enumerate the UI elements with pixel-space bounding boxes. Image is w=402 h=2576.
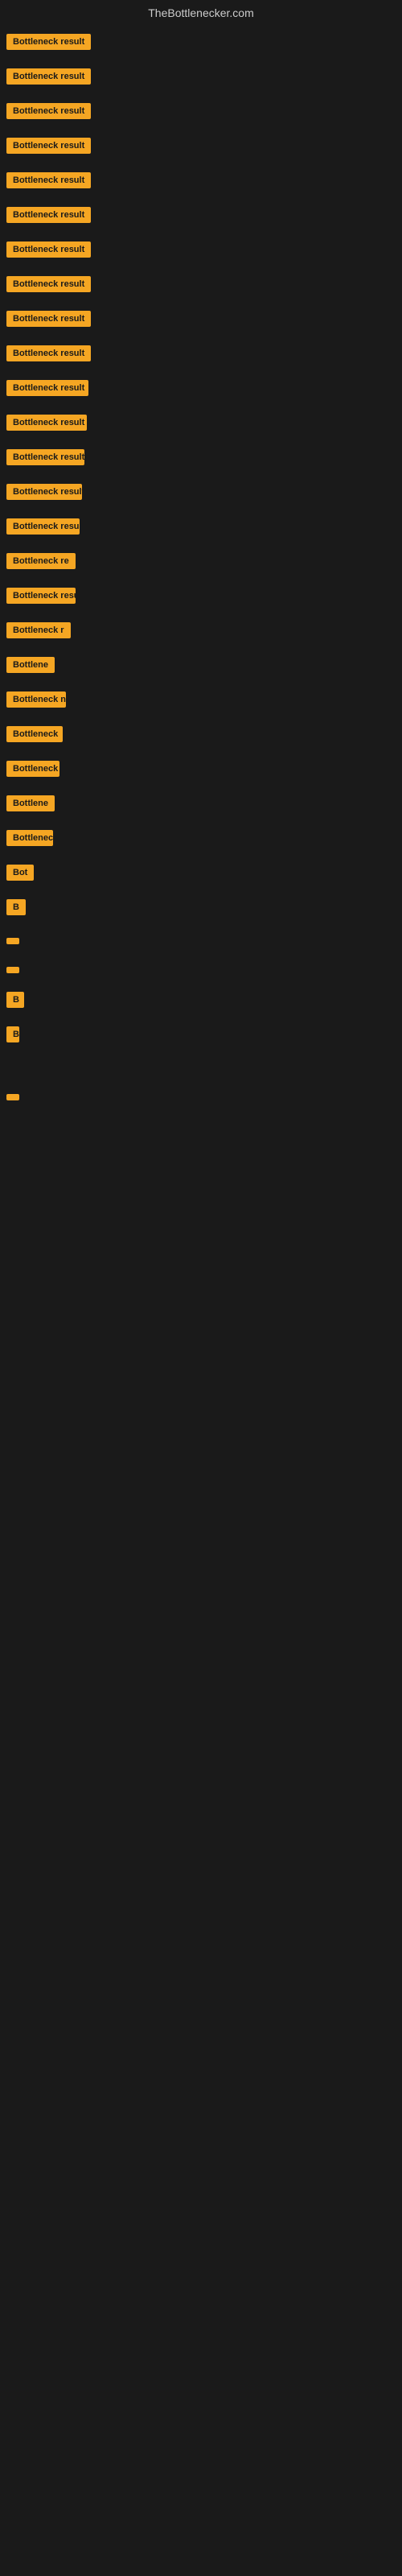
site-title-bar: TheBottlenecker.com <box>0 0 402 26</box>
list-item[interactable]: Bottleneck result <box>0 449 402 469</box>
bottleneck-badge[interactable]: Bottleneck r <box>6 622 71 638</box>
list-item[interactable]: Bottleneck re <box>0 553 402 573</box>
list-item[interactable] <box>0 1148 402 1162</box>
list-item[interactable]: Bottleneck result <box>0 484 402 504</box>
bottleneck-badge[interactable]: Bottleneck result <box>6 242 91 258</box>
list-item[interactable]: Bottleneck result <box>0 68 402 89</box>
bottleneck-list: Bottleneck result Bottleneck result Bottle… <box>0 26 402 1220</box>
list-item[interactable] <box>0 1119 402 1133</box>
list-item[interactable]: Bottleneck <box>0 726 402 746</box>
bottleneck-badge[interactable]: Bottleneck <box>6 726 63 742</box>
list-item[interactable] <box>0 1090 402 1104</box>
bottleneck-badge[interactable]: Bottleneck result <box>6 34 91 50</box>
list-item[interactable]: Bottleneck n <box>0 691 402 712</box>
list-item[interactable] <box>0 1177 402 1191</box>
list-item[interactable] <box>0 1206 402 1220</box>
list-item[interactable]: Bottleneck result <box>0 588 402 608</box>
bottleneck-badge[interactable]: Bottlene <box>6 795 55 811</box>
bottleneck-badge[interactable]: B <box>6 899 26 915</box>
bottleneck-badge[interactable]: Bottleneck result <box>6 588 76 604</box>
list-item[interactable]: Bot <box>0 865 402 885</box>
bottleneck-badge[interactable]: Bottleneck <box>6 830 53 846</box>
list-item[interactable]: B <box>0 992 402 1012</box>
list-item[interactable] <box>0 934 402 948</box>
list-item[interactable]: Bottleneck result <box>0 311 402 331</box>
list-item[interactable]: Bottleneck res <box>0 761 402 781</box>
bottleneck-badge[interactable]: Bottleneck n <box>6 691 66 708</box>
list-item[interactable]: Bottleneck result <box>0 415 402 435</box>
list-item[interactable]: Bottleneck result <box>0 138 402 158</box>
bottleneck-badge[interactable]: B <box>6 992 24 1008</box>
bottleneck-badge[interactable]: Bottleneck res <box>6 761 59 777</box>
bottleneck-badge[interactable]: Bottleneck re <box>6 553 76 569</box>
list-item[interactable]: Bottleneck result <box>0 242 402 262</box>
bottleneck-badge[interactable] <box>6 1094 19 1100</box>
list-item[interactable]: Bottleneck result <box>0 103 402 123</box>
bottleneck-badge[interactable]: Bottleneck result <box>6 103 91 119</box>
bottleneck-badge[interactable]: Bottleneck result <box>6 172 91 188</box>
bottleneck-badge[interactable]: Bottleneck result <box>6 276 91 292</box>
list-item[interactable]: Bottleneck result <box>0 518 402 539</box>
list-item[interactable]: Bottlene <box>0 657 402 677</box>
list-item[interactable]: Bottleneck result <box>0 34 402 54</box>
site-title: TheBottlenecker.com <box>0 0 402 26</box>
list-item[interactable]: Bott <box>0 1026 402 1046</box>
bottleneck-badge[interactable]: Bot <box>6 865 34 881</box>
list-item[interactable]: Bottleneck result <box>0 207 402 227</box>
bottleneck-badge[interactable] <box>6 938 19 944</box>
bottleneck-badge[interactable]: Bottleneck result <box>6 415 87 431</box>
list-item[interactable]: Bottleneck r <box>0 622 402 642</box>
list-item[interactable]: Bottleneck result <box>0 380 402 400</box>
bottleneck-badge[interactable]: Bottlene <box>6 657 55 673</box>
bottleneck-badge[interactable]: Bottleneck result <box>6 380 88 396</box>
bottleneck-badge[interactable]: Bottleneck result <box>6 311 91 327</box>
list-item[interactable]: B <box>0 899 402 919</box>
bottleneck-badge[interactable]: Bottleneck result <box>6 138 91 154</box>
list-item[interactable]: Bottlene <box>0 795 402 815</box>
list-item[interactable] <box>0 1061 402 1075</box>
bottleneck-badge[interactable]: Bottleneck result <box>6 484 82 500</box>
list-item[interactable] <box>0 963 402 977</box>
list-item[interactable]: Bottleneck result <box>0 276 402 296</box>
bottleneck-badge[interactable]: Bottleneck result <box>6 449 84 465</box>
bottleneck-badge[interactable]: Bottleneck result <box>6 345 91 361</box>
list-item[interactable]: Bottleneck <box>0 830 402 850</box>
list-item[interactable]: Bottleneck result <box>0 345 402 365</box>
list-item[interactable]: Bottleneck result <box>0 172 402 192</box>
bottleneck-badge[interactable]: Bottleneck result <box>6 68 91 85</box>
bottleneck-badge[interactable]: Bottleneck result <box>6 518 80 535</box>
bottleneck-badge[interactable]: Bott <box>6 1026 19 1042</box>
bottleneck-badge[interactable] <box>6 967 19 973</box>
bottleneck-badge[interactable]: Bottleneck result <box>6 207 91 223</box>
